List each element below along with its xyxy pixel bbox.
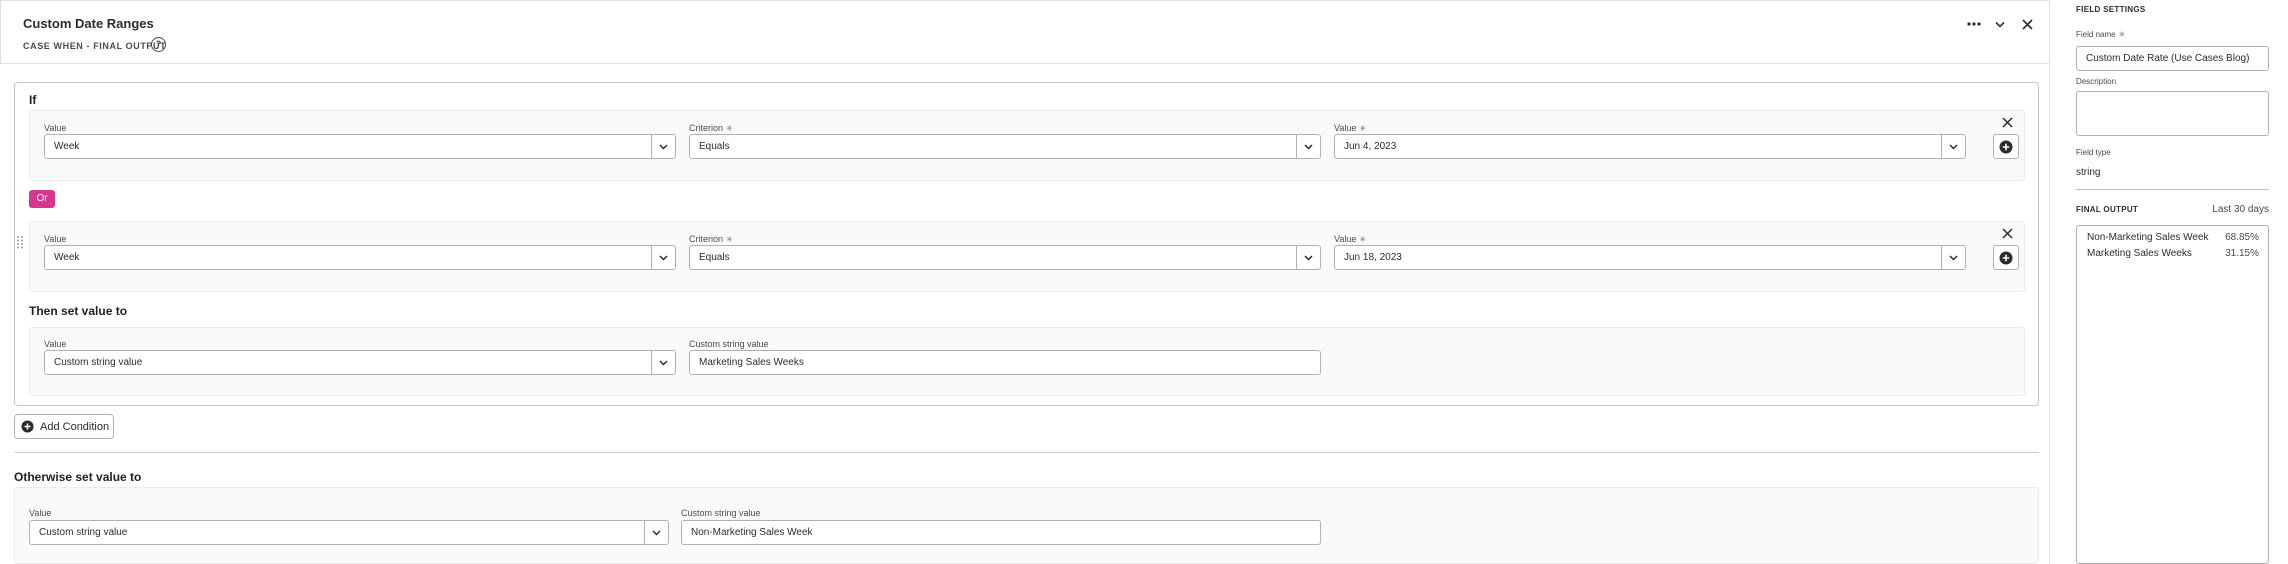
collapse-chevron-icon[interactable]: [1991, 15, 2009, 33]
otherwise-custom-string-input[interactable]: Non-Marketing Sales Week: [681, 520, 1321, 545]
remove-row-icon[interactable]: [2000, 226, 2014, 240]
condition-row: Value Week Criterion ✳ Equals Value ✳ Jun …: [29, 221, 2025, 292]
criterion-picker[interactable]: Equals: [689, 134, 1321, 159]
chevron-down-icon[interactable]: [1941, 246, 1965, 269]
criterion-label: Criterion ✳: [689, 123, 733, 133]
field-type-label: Field type: [2076, 148, 2111, 157]
add-circle-icon[interactable]: [1993, 245, 2019, 270]
value-label: Value: [29, 508, 52, 518]
page-subtitle: CASE WHEN - FINAL OUTPUT: [23, 41, 167, 51]
date-value-picker[interactable]: Jun 18, 2023: [1334, 245, 1966, 270]
description-label: Description: [2076, 77, 2117, 86]
final-output-list: Non-Marketing Sales Week 68.85% Marketin…: [2076, 225, 2269, 564]
criterion-picker-text: Equals: [699, 252, 730, 263]
side-divider: [2076, 189, 2269, 190]
required-icon: ✳: [726, 235, 733, 244]
chevron-down-icon[interactable]: [1296, 135, 1320, 158]
add-circle-icon: [21, 420, 34, 433]
required-icon: ✳: [1359, 124, 1367, 133]
add-circle-icon[interactable]: [1993, 134, 2019, 159]
page-title: Custom Date Ranges: [23, 16, 154, 31]
otherwise-value-text: Custom string value: [39, 527, 128, 538]
required-icon: ✳: [2118, 30, 2126, 39]
then-custom-string-input[interactable]: Marketing Sales Weeks: [689, 350, 1321, 375]
criterion-picker[interactable]: Equals: [689, 245, 1321, 270]
if-label: If: [29, 93, 37, 107]
date-value-picker[interactable]: Jun 4, 2023: [1334, 134, 1966, 159]
date-value-label: Value ✳: [1334, 123, 1367, 133]
add-condition-label: Add Condition: [40, 420, 110, 433]
value-picker-text: Week: [54, 141, 80, 152]
field-settings-panel: FIELD SETTINGS Field name ✳ Custom Date R…: [2076, 0, 2288, 564]
output-name: Non-Marketing Sales Week: [2087, 232, 2209, 243]
date-value-text: Jun 18, 2023: [1344, 252, 1402, 263]
close-icon[interactable]: [2018, 15, 2036, 33]
list-item: Non-Marketing Sales Week 68.85%: [2087, 232, 2259, 243]
final-output-range: Last 30 days: [2212, 204, 2269, 215]
field-name-input[interactable]: Custom Date Rate (Use Cases Blog): [2076, 46, 2269, 71]
or-badge[interactable]: Or: [29, 190, 55, 208]
custom-string-label: Custom string value: [681, 508, 761, 518]
condition-row: Value Week Criterion ✳ Equals Value ✳ Jun …: [29, 110, 2025, 181]
chevron-down-icon[interactable]: [1296, 246, 1320, 269]
chevron-down-icon[interactable]: [644, 521, 668, 544]
output-percent: 31.15%: [2225, 248, 2259, 259]
condition-group: If Value Week Criterion ✳ Equals Value ✳ J…: [14, 82, 2039, 406]
date-value-text: Jun 4, 2023: [1344, 141, 1397, 152]
final-output-heading: FINAL OUTPUT: [2076, 205, 2139, 214]
value-picker-text: Week: [54, 252, 80, 263]
then-row: Value Custom string value Custom string …: [29, 327, 2025, 396]
field-type-value: string: [2076, 167, 2101, 178]
value-label: Value: [44, 339, 67, 349]
drag-handle-icon[interactable]: [16, 235, 24, 254]
criterion-label: Criterion ✳: [689, 234, 733, 244]
field-name-label: Field name ✳: [2076, 30, 2126, 39]
description-textarea[interactable]: [2076, 91, 2269, 136]
required-icon: ✳: [1359, 235, 1367, 244]
value-label: Value: [44, 123, 67, 133]
more-icon[interactable]: [1965, 15, 1983, 33]
then-value-picker[interactable]: Custom string value: [44, 350, 676, 375]
required-icon: ✳: [726, 124, 733, 133]
rule-builder-panel: Custom Date Ranges CASE WHEN - FINAL OUT…: [0, 0, 2050, 564]
output-name: Marketing Sales Weeks: [2087, 248, 2192, 259]
then-value-text: Custom string value: [54, 357, 143, 368]
otherwise-label: Otherwise set value to: [14, 470, 142, 484]
then-label: Then set value to: [29, 304, 128, 318]
help-icon[interactable]: ?: [151, 37, 166, 52]
custom-string-label: Custom string value: [689, 339, 769, 349]
criterion-picker-text: Equals: [699, 141, 730, 152]
output-percent: 68.85%: [2225, 232, 2259, 243]
field-settings-heading: FIELD SETTINGS: [2076, 5, 2146, 14]
remove-row-icon[interactable]: [2000, 115, 2014, 129]
chevron-down-icon[interactable]: [651, 351, 675, 374]
chevron-down-icon[interactable]: [651, 246, 675, 269]
list-item: Marketing Sales Weeks 31.15%: [2087, 248, 2259, 259]
value-picker[interactable]: Week: [44, 245, 676, 270]
value-label: Value: [44, 234, 67, 244]
otherwise-value-picker[interactable]: Custom string value: [29, 520, 669, 545]
otherwise-row: Value Custom string value Custom string …: [14, 487, 2039, 564]
chevron-down-icon[interactable]: [651, 135, 675, 158]
chevron-down-icon[interactable]: [1941, 135, 1965, 158]
date-value-label: Value ✳: [1334, 234, 1367, 244]
value-picker[interactable]: Week: [44, 134, 676, 159]
panel-header: Custom Date Ranges CASE WHEN - FINAL OUT…: [0, 0, 2050, 64]
add-condition-button[interactable]: Add Condition: [14, 414, 114, 439]
section-divider: [14, 452, 2039, 453]
